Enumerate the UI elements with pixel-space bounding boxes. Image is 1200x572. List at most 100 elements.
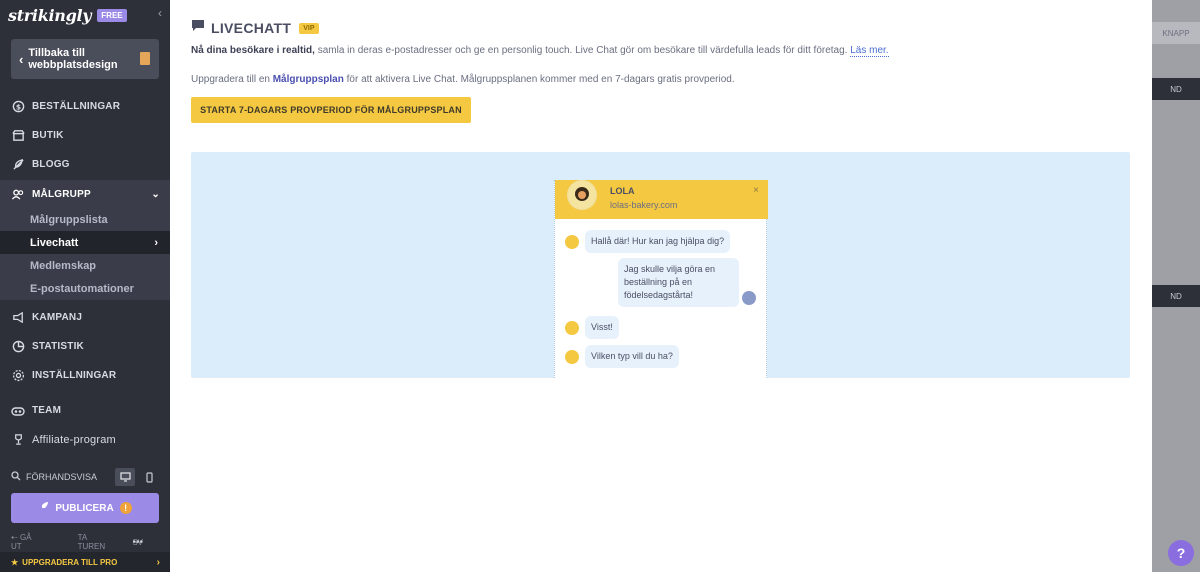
warning-icon: ! bbox=[119, 502, 132, 514]
nav-stats[interactable]: STATISTIK bbox=[0, 332, 170, 361]
back-to-site-design-button[interactable]: ‹ Tillbaka till webbplatsdesign bbox=[11, 39, 159, 79]
nav-store-label: BUTIK bbox=[32, 130, 64, 141]
nav-store[interactable]: BUTIK bbox=[0, 121, 170, 150]
sub-audience-list-label: Målgruppslista bbox=[30, 213, 108, 226]
editor-backdrop: KNAPP ND ND bbox=[1152, 0, 1200, 572]
ghost-button: KNAPP bbox=[1152, 22, 1200, 44]
megaphone-icon bbox=[11, 311, 25, 325]
plan-badge: FREE bbox=[97, 8, 127, 22]
nav-blog-label: BLOGG bbox=[32, 159, 70, 170]
chat-agent-name: LOLA bbox=[610, 186, 635, 196]
bottom-links: ⇠ GÅ UT TA TUREN SV ••• bbox=[11, 533, 161, 551]
upgrade-to-pro-button[interactable]: ★ UPPGRADERA TILL PRO › bbox=[0, 552, 170, 572]
users-icon bbox=[11, 188, 25, 202]
page-title: LIVECHATT bbox=[211, 20, 292, 36]
nav-orders[interactable]: $ BESTÄLLNINGAR bbox=[0, 92, 170, 121]
chevron-right-icon: › bbox=[154, 236, 158, 249]
trophy-icon bbox=[11, 433, 25, 447]
chevron-right-icon: › bbox=[156, 556, 160, 568]
dollar-icon: $ bbox=[11, 100, 25, 114]
sub-membership[interactable]: Medlemskap bbox=[0, 254, 170, 277]
nav-affiliate-label: Affiliate-program bbox=[32, 433, 116, 446]
upgrade-pre: Uppgradera till en bbox=[191, 74, 273, 85]
chat-header: LOLA lolas-bakery.com × bbox=[555, 180, 768, 219]
sub-livechat-label: Livechatt bbox=[30, 236, 79, 249]
nav-audience-label: MÅLGRUPP bbox=[32, 189, 91, 200]
nav-blog[interactable]: BLOGG bbox=[0, 150, 170, 179]
collapse-sidebar-icon[interactable]: ‹ bbox=[158, 6, 162, 20]
intro-bold: Nå dina besökare i realtid, bbox=[191, 45, 315, 56]
vip-badge: VIP bbox=[299, 22, 319, 34]
sub-membership-label: Medlemskap bbox=[30, 259, 97, 272]
main-panel: LIVECHATT VIP Nå dina besökare i realtid… bbox=[170, 0, 1152, 572]
ghost-send-button: ND bbox=[1152, 285, 1200, 307]
mobile-icon[interactable] bbox=[139, 468, 159, 486]
nav-orders-label: BESTÄLLNINGAR bbox=[32, 101, 121, 112]
upgrade-post: för att aktivera Live Chat. Målgruppspla… bbox=[343, 74, 735, 85]
user-avatar bbox=[742, 291, 756, 305]
brand[interactable]: strikingly FREE bbox=[8, 4, 127, 26]
device-toggle bbox=[115, 468, 159, 486]
pie-chart-icon bbox=[11, 340, 25, 354]
nav-campaign-label: KAMPANJ bbox=[32, 312, 83, 323]
nav-settings-label: INSTÄLLNINGAR bbox=[32, 370, 117, 381]
agent-avatar bbox=[565, 321, 579, 335]
nav-affiliate[interactable]: Affiliate-program bbox=[0, 425, 170, 454]
chat-message: Vilken typ vill du ha? bbox=[585, 345, 679, 368]
read-more-link[interactable]: Läs mer. bbox=[850, 45, 889, 57]
gear-icon bbox=[11, 369, 25, 383]
exit-label: GÅ UT bbox=[11, 533, 32, 551]
livechat-preview: LOLA lolas-bakery.com × Hallå där! Hur k… bbox=[191, 152, 1130, 378]
nav-campaign[interactable]: KAMPANJ bbox=[0, 303, 170, 332]
nav-audience[interactable]: MÅLGRUPP ⌄ bbox=[0, 180, 170, 209]
feather-icon bbox=[11, 158, 25, 172]
rocket-icon bbox=[38, 501, 49, 515]
preview-row: FÖRHANDSVISA bbox=[11, 468, 159, 486]
chevron-left-icon: ‹ bbox=[19, 51, 24, 67]
bakery-avatar bbox=[567, 180, 597, 210]
tour-link[interactable]: TA TUREN bbox=[78, 533, 115, 551]
nav-team[interactable]: TEAM bbox=[0, 396, 170, 425]
intro-rest: samla in deras e-postadresser och ge en … bbox=[314, 45, 848, 56]
start-trial-button[interactable]: STARTA 7-DAGARS PROVPERIOD FÖR MÅLGRUPPS… bbox=[191, 97, 471, 123]
agent-avatar bbox=[565, 235, 579, 249]
help-button[interactable]: ? bbox=[1168, 540, 1194, 566]
chat-bubble-icon bbox=[191, 19, 205, 37]
close-icon[interactable]: × bbox=[753, 185, 759, 196]
sub-email-automation[interactable]: E-postautomationer bbox=[0, 277, 170, 300]
svg-text:$: $ bbox=[15, 102, 20, 111]
publish-label: PUBLICERA bbox=[55, 502, 114, 514]
preview-label[interactable]: FÖRHANDSVISA bbox=[26, 472, 97, 482]
chat-widget: LOLA lolas-bakery.com × Hallå där! Hur k… bbox=[554, 180, 768, 378]
page-header: LIVECHATT VIP bbox=[191, 18, 319, 38]
upgrade-plan-link[interactable]: Målgruppsplan bbox=[273, 74, 344, 85]
star-icon: ★ bbox=[11, 557, 19, 567]
upgrade-label: UPPGRADERA TILL PRO bbox=[22, 557, 118, 567]
chevron-down-icon: ⌄ bbox=[151, 189, 160, 200]
search-icon bbox=[11, 471, 21, 483]
desktop-icon[interactable] bbox=[115, 468, 135, 486]
sub-livechat[interactable]: Livechatt › bbox=[0, 231, 170, 254]
publish-button[interactable]: PUBLICERA ! bbox=[11, 493, 159, 523]
sub-audience-list[interactable]: Målgruppslista bbox=[0, 208, 170, 231]
exit-link[interactable]: ⇠ GÅ UT bbox=[11, 533, 60, 551]
team-icon bbox=[11, 404, 25, 418]
sub-email-automation-label: E-postautomationer bbox=[30, 282, 134, 295]
intro-text: Nå dina besökare i realtid, samla in der… bbox=[191, 45, 1091, 57]
chat-message: Visst! bbox=[585, 316, 619, 339]
nav-stats-label: STATISTIK bbox=[32, 341, 84, 352]
back-label: Tillbaka till webbplatsdesign bbox=[28, 47, 118, 71]
upgrade-text: Uppgradera till en Målgruppsplan för att… bbox=[191, 74, 1091, 85]
more-icon[interactable]: ••• bbox=[132, 537, 143, 548]
nav-settings[interactable]: INSTÄLLNINGAR bbox=[0, 361, 170, 390]
ghost-send-button: ND bbox=[1152, 78, 1200, 100]
agent-avatar bbox=[565, 350, 579, 364]
page-icon bbox=[140, 52, 150, 65]
chat-message: Jag skulle vilja göra en beställning på … bbox=[618, 258, 739, 307]
sidebar: strikingly FREE ‹ ‹ Tillbaka till webbpl… bbox=[0, 0, 170, 572]
brand-logo: strikingly bbox=[8, 5, 92, 25]
store-icon bbox=[11, 129, 25, 143]
nav-team-label: TEAM bbox=[32, 405, 62, 416]
chat-domain: lolas-bakery.com bbox=[610, 200, 678, 210]
chat-message: Hallå där! Hur kan jag hjälpa dig? bbox=[585, 230, 731, 253]
